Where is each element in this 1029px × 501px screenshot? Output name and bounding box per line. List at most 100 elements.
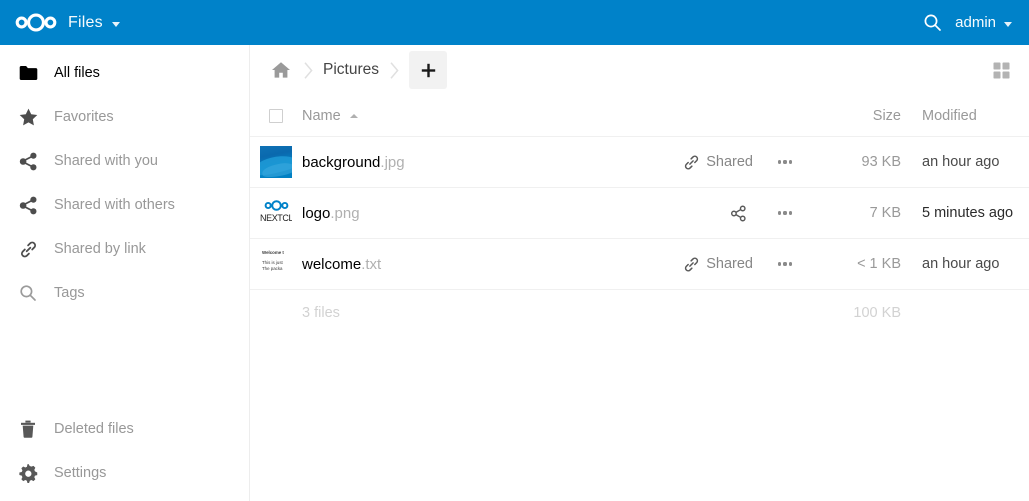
chevron-down-icon — [1004, 22, 1012, 27]
file-share-cell[interactable] — [637, 205, 757, 222]
table-row[interactable]: background .jpg Shared — [250, 137, 1029, 188]
file-name-cell[interactable]: background .jpg — [302, 154, 637, 171]
column-header-name[interactable]: Name — [302, 108, 813, 124]
sidebar-item-label: Shared by link — [54, 241, 146, 257]
column-header-modified[interactable]: Modified — [909, 108, 1029, 124]
controls-bar: Pictures — [250, 45, 1029, 95]
sidebar-item-label: Settings — [54, 465, 106, 481]
files-content-area: Pictures — [250, 45, 1029, 501]
column-header-label: Name — [302, 108, 341, 124]
sidebar: All files Favorites Shared with you — [0, 45, 250, 501]
search-icon[interactable] — [909, 0, 955, 45]
plus-icon — [421, 63, 436, 78]
chevron-right-icon — [383, 48, 405, 92]
file-actions-cell[interactable] — [757, 203, 813, 222]
share-nodes-icon — [12, 145, 44, 177]
overflow-menu-icon[interactable] — [772, 254, 799, 273]
sidebar-secondary-nav: Deleted files Settings — [0, 407, 250, 501]
search-icon — [12, 277, 44, 309]
sidebar-item-label: Deleted files — [54, 421, 134, 437]
file-actions-cell[interactable] — [757, 152, 813, 171]
sidebar-item-shared-with-others[interactable]: Shared with others — [0, 183, 249, 227]
sidebar-item-deleted-files[interactable]: Deleted files — [0, 407, 250, 451]
trash-icon — [12, 413, 44, 445]
sidebar-item-settings[interactable]: Settings — [0, 451, 250, 495]
link-icon — [683, 256, 700, 273]
sidebar-item-label: Favorites — [54, 109, 114, 125]
link-icon — [12, 233, 44, 265]
new-file-button[interactable] — [409, 51, 447, 89]
sidebar-item-shared-by-link[interactable]: Shared by link — [0, 227, 249, 271]
sidebar-item-label: Tags — [54, 285, 85, 301]
nextcloud-logo-icon[interactable] — [0, 0, 72, 45]
file-thumbnail-cell: NEXTCLOUD — [250, 197, 302, 229]
file-name-cell[interactable]: welcome .txt — [302, 256, 637, 273]
sidebar-item-tags[interactable]: Tags — [0, 271, 249, 315]
breadcrumb-home[interactable] — [265, 48, 297, 92]
sort-ascending-icon — [350, 114, 358, 118]
home-icon — [271, 61, 291, 79]
summary-total-size: 100 KB — [813, 305, 909, 321]
breadcrumb: Pictures — [265, 45, 447, 95]
text-thumbnail: Welcome t This is just The packa — [260, 248, 292, 280]
file-thumbnail-cell: Welcome t This is just The packa — [250, 248, 302, 280]
logo-wordmark: NEXTCLOUD — [260, 213, 292, 223]
select-all-cell — [250, 109, 302, 123]
image-thumbnail — [260, 146, 292, 178]
table-row[interactable]: Welcome t This is just The packa welcome… — [250, 239, 1029, 290]
chevron-right-icon — [297, 48, 319, 92]
sidebar-item-all-files[interactable]: All files — [0, 51, 249, 95]
thumbnail-text-line: The packa — [262, 266, 291, 271]
sidebar-item-favorites[interactable]: Favorites — [0, 95, 249, 139]
overflow-menu-icon[interactable] — [772, 203, 799, 222]
file-size: 7 KB — [813, 205, 909, 221]
table-summary-row: 3 files 100 KB — [250, 290, 1029, 336]
file-size: < 1 KB — [813, 256, 909, 272]
file-share-cell[interactable]: Shared — [637, 154, 757, 171]
breadcrumb-item-pictures[interactable]: Pictures — [319, 48, 383, 92]
share-nodes-icon — [12, 189, 44, 221]
chevron-down-icon[interactable] — [112, 22, 120, 27]
header-right-group: admin — [909, 0, 1029, 45]
file-share-cell[interactable]: Shared — [637, 256, 757, 273]
sidebar-item-shared-with-you[interactable]: Shared with you — [0, 139, 249, 183]
file-name: logo — [302, 205, 330, 222]
grid-view-icon — [992, 61, 1011, 80]
file-name-cell[interactable]: logo .png — [302, 205, 637, 222]
link-icon — [683, 154, 700, 171]
app-header: Files admin — [0, 0, 1029, 45]
share-button[interactable] — [730, 205, 753, 222]
user-menu[interactable]: admin — [955, 0, 1029, 45]
sidebar-item-label: Shared with you — [54, 153, 158, 169]
gear-icon — [12, 457, 44, 489]
breadcrumb-label: Pictures — [319, 61, 383, 79]
nextcloud-logo-thumbnail: NEXTCLOUD — [260, 197, 292, 229]
table-header-row: Name Size Modified — [250, 95, 1029, 137]
file-modified: an hour ago — [909, 154, 1029, 170]
share-nodes-icon — [730, 205, 747, 222]
summary-file-count: 3 files — [302, 305, 637, 321]
file-modified: an hour ago — [909, 256, 1029, 272]
shared-label: Shared — [706, 154, 753, 170]
file-thumbnail-cell — [250, 146, 302, 178]
sidebar-primary-nav: All files Favorites Shared with you — [0, 45, 249, 315]
shared-link-indicator[interactable]: Shared — [683, 154, 753, 171]
shared-link-indicator[interactable]: Shared — [683, 256, 753, 273]
file-modified: 5 minutes ago — [909, 205, 1029, 221]
user-name-label: admin — [955, 14, 996, 31]
file-actions-cell[interactable] — [757, 254, 813, 273]
star-icon — [12, 101, 44, 133]
file-size: 93 KB — [813, 154, 909, 170]
table-row[interactable]: NEXTCLOUD logo .png — [250, 188, 1029, 239]
overflow-menu-icon[interactable] — [772, 152, 799, 171]
checkbox-icon[interactable] — [269, 109, 283, 123]
app-title[interactable]: Files — [68, 14, 103, 32]
sidebar-item-label: Shared with others — [54, 197, 175, 213]
grid-view-toggle-button[interactable] — [982, 51, 1020, 89]
file-name: welcome — [302, 256, 361, 273]
file-extension: .txt — [361, 256, 381, 273]
column-header-size[interactable]: Size — [813, 108, 909, 124]
folder-icon — [12, 57, 44, 89]
shared-label: Shared — [706, 256, 753, 272]
sidebar-item-label: All files — [54, 65, 100, 81]
